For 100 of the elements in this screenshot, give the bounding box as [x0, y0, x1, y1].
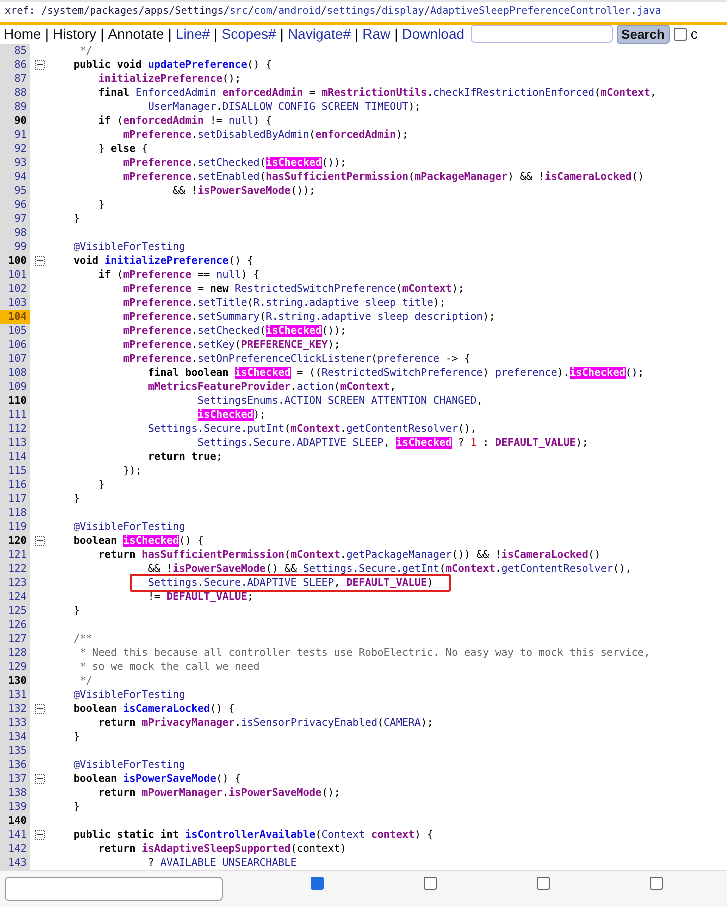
line-number: 137	[0, 772, 30, 786]
code-line: boolean isPowerSaveMode() {	[72, 772, 242, 786]
nav-link[interactable]: Line#	[176, 26, 210, 42]
fold-icon[interactable]	[34, 830, 44, 840]
line-number: 104	[0, 310, 30, 324]
line-number: 138	[0, 786, 30, 800]
code-line: return mPowerManager.isPowerSaveMode();	[98, 786, 340, 800]
breadcrumb-link[interactable]: src	[230, 6, 248, 18]
path-text: /	[424, 6, 430, 18]
fold-icon[interactable]	[34, 774, 44, 784]
code-line: mPreference.setOnPreferenceClickListener(preference -> {	[122, 352, 471, 366]
line-number: 105	[0, 324, 30, 338]
code-line: public static int isControllerAvailable(Context context) {	[72, 828, 434, 842]
code-line: * Need this because all controller tests use RoboElectric. No easy way to mock this service,	[79, 646, 650, 660]
line-number: 121	[0, 548, 30, 562]
fold-icon[interactable]	[34, 256, 44, 266]
separator: |	[168, 26, 172, 42]
line-number: 123	[0, 576, 30, 590]
code-line: Settings.Secure.ADAPTIVE_SLEEP, isChecked ? 1 : DEFAULT_VALUE);	[196, 436, 588, 450]
code-line: mPreference.setChecked(isChecked());	[122, 324, 347, 338]
path-text: xref: /system/packages/apps/Settings/	[5, 6, 230, 18]
line-number: 97	[0, 212, 30, 226]
code-line: return mPrivacyManager.isSensorPrivacyEnabled(CAMERA);	[98, 716, 434, 730]
nav-link[interactable]: Home	[4, 26, 42, 42]
fold-icon[interactable]	[34, 536, 44, 546]
line-number: 95	[0, 184, 30, 198]
breadcrumb-link[interactable]: com	[254, 6, 272, 18]
code-line: */	[79, 44, 92, 58]
line-number: 115	[0, 464, 30, 478]
line-number: 107	[0, 352, 30, 366]
checkbox[interactable]	[537, 877, 550, 890]
nav-link[interactable]: Scopes#	[222, 26, 276, 42]
fold-icon[interactable]	[34, 704, 44, 714]
line-number: 103	[0, 296, 30, 310]
code-line: mMetricsFeatureProvider.action(mContext,	[147, 380, 396, 394]
line-number: 99	[0, 240, 30, 254]
code-line: void initializePreference() {	[72, 254, 254, 268]
code-line: mPreference.setSummary(R.string.adaptive_sleep_description);	[122, 310, 496, 324]
checkbox[interactable]	[674, 28, 687, 41]
code-line: * so we mock the call we need	[79, 660, 260, 674]
code-line: }	[98, 478, 105, 492]
separator: |	[214, 26, 218, 42]
search-field[interactable]	[470, 25, 613, 44]
search-button[interactable]: Search	[616, 24, 670, 44]
line-number: 85	[0, 44, 30, 58]
checkbox[interactable]	[650, 877, 663, 890]
breadcrumb-link[interactable]: android	[278, 6, 322, 18]
checkbox-label: c	[690, 26, 698, 42]
code-line: }	[72, 730, 80, 744]
line-number: 102	[0, 282, 30, 296]
code-line: @VisibleForTesting	[72, 520, 186, 534]
line-number: 141	[0, 828, 30, 842]
breadcrumb-link[interactable]: display	[382, 6, 424, 18]
line-number: 96	[0, 198, 30, 212]
line-number: 124	[0, 590, 30, 604]
line-number: 93	[0, 156, 30, 170]
line-number: 110	[0, 394, 30, 408]
code-line: @VisibleForTesting	[72, 688, 186, 702]
input-field[interactable]	[5, 877, 223, 901]
line-number: 109	[0, 380, 30, 394]
line-number: 119	[0, 520, 30, 534]
breadcrumb-link[interactable]: settings	[327, 6, 376, 18]
line-number: 129	[0, 660, 30, 674]
nav-link[interactable]: Navigate#	[288, 26, 351, 42]
line-number: 108	[0, 366, 30, 380]
code-line: @VisibleForTesting	[72, 758, 186, 772]
line-number: 133	[0, 716, 30, 730]
line-number: 94	[0, 170, 30, 184]
code-line: boolean isCameraLocked() {	[72, 702, 236, 716]
code-line: && !isPowerSaveMode() && Settings.Secure.getInt(mContext.getContentResolver(),	[147, 562, 632, 576]
checkbox[interactable]	[311, 877, 324, 890]
code-line: if (enforcedAdmin != null) {	[98, 114, 272, 128]
line-number: 87	[0, 72, 30, 86]
line-number: 117	[0, 492, 30, 506]
line-number: 128	[0, 646, 30, 660]
fold-icon[interactable]	[34, 60, 44, 70]
code-line: return true;	[147, 450, 223, 464]
code-line: mPreference.setTitle(R.string.adaptive_sleep_title);	[122, 296, 446, 310]
line-number: 130	[0, 674, 30, 688]
separator: |	[45, 26, 49, 42]
path-text: /	[321, 6, 328, 18]
nav-link[interactable]: History	[53, 26, 97, 42]
nav-link[interactable]: Annotate	[108, 26, 164, 42]
code-line: mPreference.setChecked(isChecked());	[122, 156, 347, 170]
line-number: 139	[0, 800, 30, 814]
code-line: mPreference.setKey(PREFERENCE_KEY);	[122, 338, 340, 352]
code-line: mPreference.setDisabledByAdmin(enforcedAdmin);	[122, 128, 409, 142]
line-number: 106	[0, 338, 30, 352]
code-line: } else {	[98, 142, 148, 156]
line-number: 100	[0, 254, 30, 268]
path-text: /	[376, 6, 382, 18]
code-line: initializePreference();	[98, 72, 242, 86]
line-number: 127	[0, 632, 30, 646]
checkbox[interactable]	[424, 877, 437, 890]
code-line: boolean isChecked() {	[72, 534, 204, 548]
nav-link[interactable]: Download	[402, 26, 465, 42]
code-line: isChecked);	[196, 408, 266, 422]
code-line: });	[122, 464, 142, 478]
nav-link[interactable]: Raw	[362, 26, 391, 42]
breadcrumb-link[interactable]: AdaptiveSleepPreferenceController.java	[430, 6, 662, 18]
